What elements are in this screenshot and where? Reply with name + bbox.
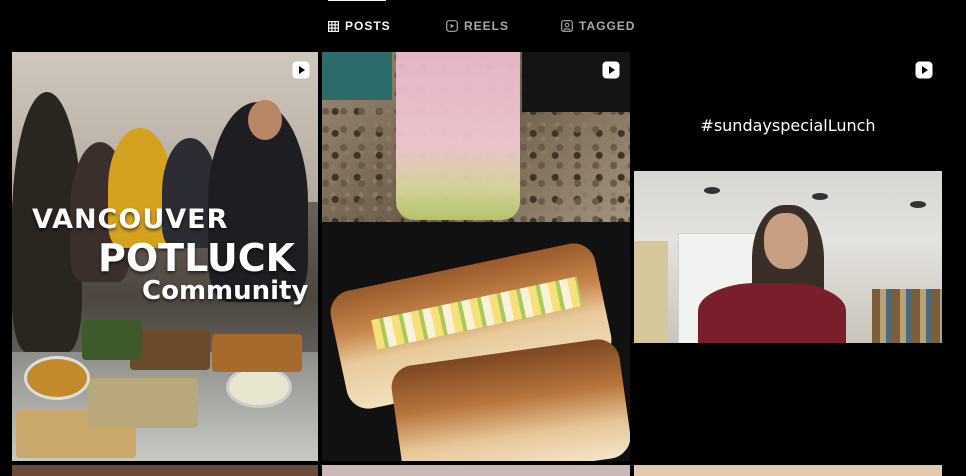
reel-play-icon [914, 60, 934, 80]
post-tile-next[interactable] [322, 465, 630, 476]
post-tile-potluck[interactable]: VANCOUVER POTLUCK Community [12, 52, 318, 461]
video-frame [634, 171, 942, 343]
photo-bowl [322, 52, 392, 100]
photo-food [24, 356, 90, 400]
tab-tagged-label: TAGGED [579, 19, 636, 33]
ceiling-light [910, 201, 926, 208]
photo-food [130, 330, 210, 370]
photo-food [82, 320, 142, 360]
photo-person [248, 100, 282, 140]
post-caption: #sundayspecialLunch [700, 116, 876, 135]
tab-posts[interactable]: POSTS [328, 0, 390, 52]
photo-food [226, 366, 292, 408]
photo-milkshake [396, 52, 520, 220]
photo-person-face [764, 213, 808, 269]
ceiling-light [704, 187, 720, 194]
grid-icon [328, 20, 339, 32]
photo-shelf [872, 289, 942, 343]
overlay-text-vancouver: VANCOUVER [32, 204, 229, 235]
ceiling-light [812, 193, 828, 200]
photo-food [88, 378, 198, 428]
tab-posts-label: POSTS [345, 19, 391, 33]
reel-play-icon [291, 60, 311, 80]
post-tile-sandwich[interactable] [322, 52, 630, 461]
post-tile-next[interactable] [634, 465, 942, 476]
overlay-text-potluck: POTLUCK [98, 236, 296, 280]
post-tile-sunday-lunch[interactable]: #sundayspecialLunch [634, 52, 942, 461]
tagged-icon [561, 20, 573, 32]
photo-person-body [698, 283, 846, 343]
post-tile-next[interactable] [12, 465, 318, 476]
tab-tagged[interactable]: TAGGED [561, 0, 635, 52]
photo-wall [634, 241, 668, 343]
tab-reels-label: REELS [464, 19, 510, 33]
tab-reels[interactable]: REELS [446, 0, 509, 52]
photo-food [212, 334, 302, 372]
reel-play-icon [601, 60, 621, 80]
overlay-text-community: Community [142, 276, 309, 306]
reels-icon [446, 20, 458, 32]
profile-tabs: POSTS REELS TAGGED [0, 0, 966, 52]
